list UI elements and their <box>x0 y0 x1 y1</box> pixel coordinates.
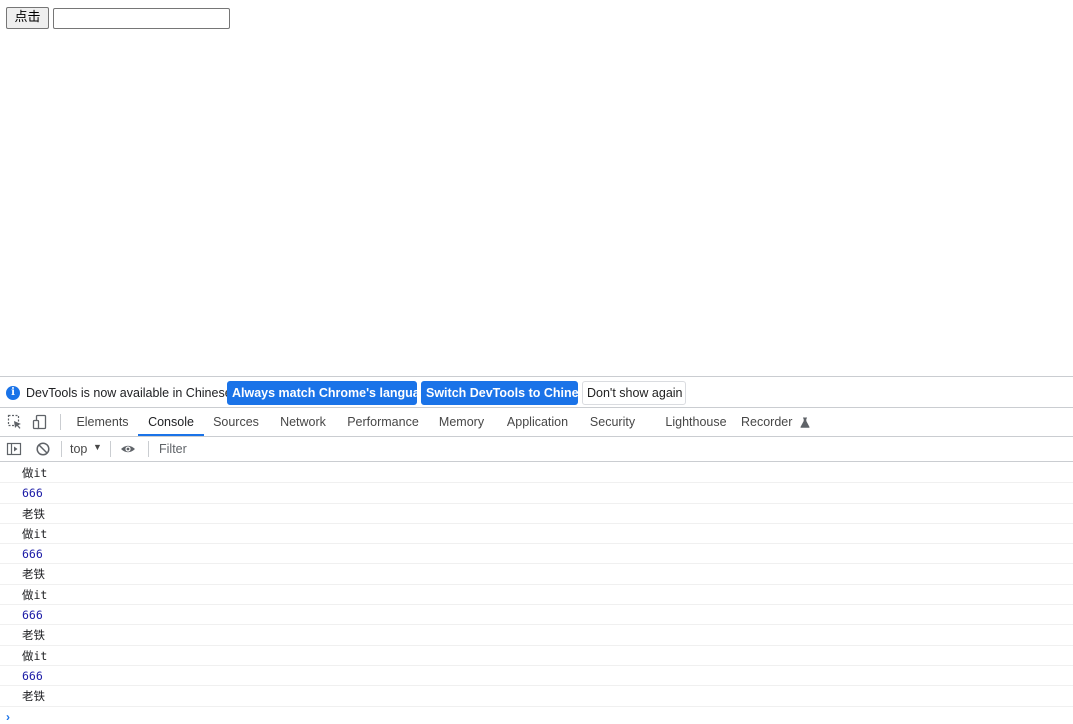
toolbar-divider <box>61 441 62 457</box>
console-messages: 做it 666 老铁 做it 666 老铁 做it 666 老铁 做it 666 老铁 <box>0 463 1073 707</box>
tab-performance[interactable]: Performance <box>342 408 424 436</box>
console-message: 666 <box>0 605 1073 626</box>
text-input[interactable] <box>53 8 230 29</box>
always-match-language-button[interactable]: Always match Chrome's language <box>227 381 434 405</box>
infobar-message: DevTools is now available in Chinese! <box>26 386 236 400</box>
live-expression-eye-icon[interactable] <box>120 441 136 457</box>
console-filter-input[interactable] <box>155 439 463 459</box>
tab-network[interactable]: Network <box>273 408 333 436</box>
console-message: 老铁 <box>0 504 1073 524</box>
console-message: 666 <box>0 666 1073 687</box>
console-message: 做it <box>0 463 1073 484</box>
dont-show-again-button[interactable]: Don't show again <box>582 381 686 405</box>
console-message: 老铁 <box>0 686 1073 707</box>
console-message: 做it <box>0 646 1073 666</box>
chevron-down-icon[interactable]: ▼ <box>93 442 102 452</box>
context-selector[interactable]: top <box>70 442 87 456</box>
toolbar-divider <box>110 441 111 457</box>
console-message: 666 <box>0 544 1073 565</box>
clear-console-icon[interactable] <box>35 441 51 457</box>
switch-to-chinese-button[interactable]: Switch DevTools to Chinese <box>421 381 592 405</box>
devtools-panel: i DevTools is now available in Chinese! … <box>0 376 1073 724</box>
console-toolbar: top ▼ <box>0 437 1073 462</box>
show-sidebar-icon[interactable] <box>6 441 22 457</box>
console-prompt-icon[interactable]: › <box>6 710 10 724</box>
tab-recorder[interactable]: Recorder <box>741 408 799 436</box>
tab-application[interactable]: Application <box>500 408 575 436</box>
console-message: 做it <box>0 585 1073 606</box>
tab-security[interactable]: Security <box>584 408 641 436</box>
devtools-tabbar: Elements Console Sources Network Perform… <box>0 408 1073 437</box>
device-toolbar-icon[interactable] <box>32 414 48 430</box>
console-message: 666 <box>0 483 1073 504</box>
tab-console[interactable]: Console <box>138 408 204 436</box>
click-button[interactable]: 点击 <box>6 7 49 29</box>
tab-sources[interactable]: Sources <box>208 408 264 436</box>
tab-memory[interactable]: Memory <box>432 408 491 436</box>
console-message: 老铁 <box>0 564 1073 585</box>
inspect-element-icon[interactable] <box>7 414 23 430</box>
toolbar-divider <box>60 414 61 430</box>
tab-elements[interactable]: Elements <box>71 408 134 436</box>
experiment-flask-icon <box>800 417 810 428</box>
info-icon: i <box>6 386 20 400</box>
language-infobar: i DevTools is now available in Chinese! … <box>0 377 1073 408</box>
page-content: 点击 <box>0 0 1073 376</box>
tab-lighthouse[interactable]: Lighthouse <box>660 408 732 436</box>
toolbar-divider <box>148 441 149 457</box>
console-message: 老铁 <box>0 625 1073 646</box>
console-message: 做it <box>0 524 1073 545</box>
